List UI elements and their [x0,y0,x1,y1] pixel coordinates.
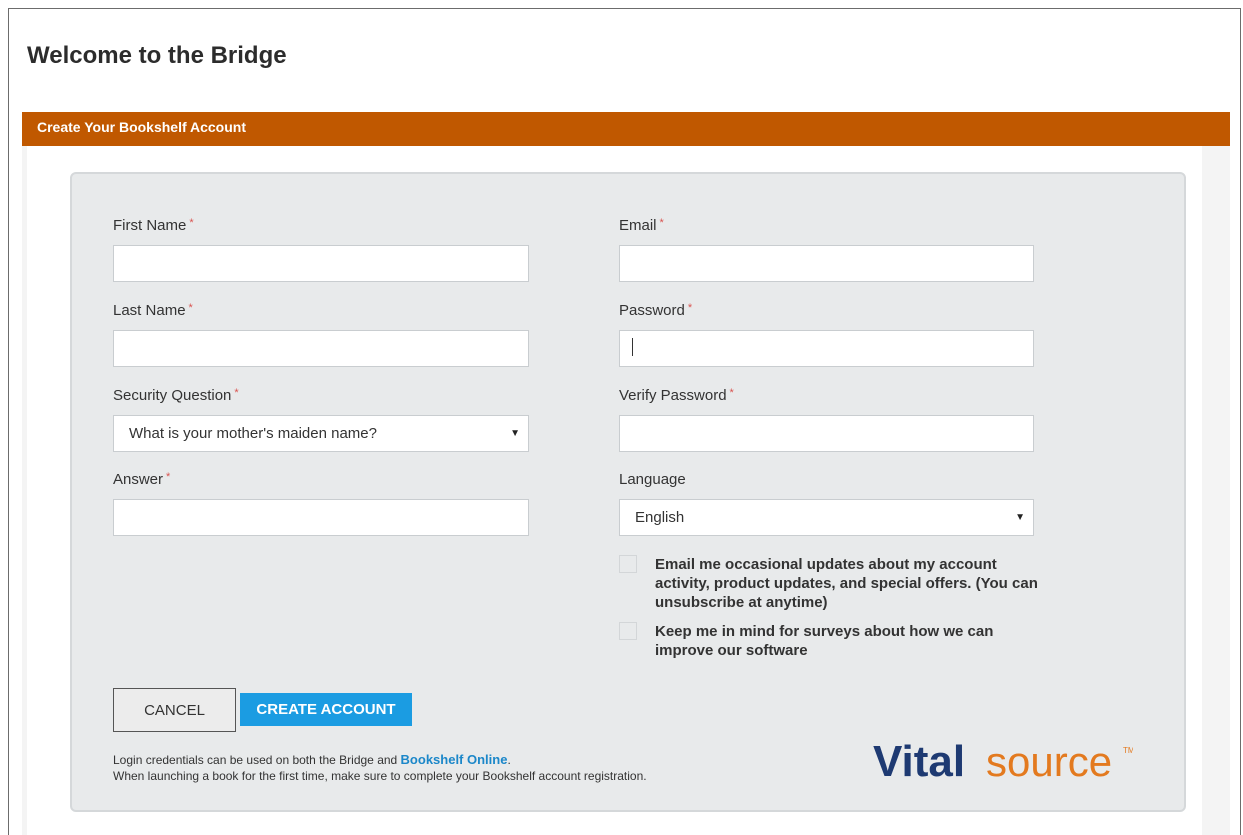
footer-note-registration: When launching a book for the first time… [113,769,647,783]
bookshelf-online-link[interactable]: Bookshelf Online [401,752,508,767]
security-question-select[interactable]: What is your mother's maiden name? ▼ [113,415,529,452]
logo-text-bold: Vital [873,737,965,786]
surveys-checkbox[interactable] [619,622,637,640]
vitalsource-logo: Vital source TM [873,737,1133,786]
language-select[interactable]: English ▼ [619,499,1034,536]
answer-input[interactable] [113,499,529,536]
answer-label: Answer * [113,471,171,488]
password-label: Password * [619,302,693,319]
page-title: Welcome to the Bridge [27,42,287,69]
first-name-label: First Name * [113,217,194,234]
last-name-label: Last Name * [113,302,193,319]
logo-text-light: source [986,738,1112,785]
surveys-checkbox-label[interactable]: Keep me in mind for surveys about how we… [655,622,1040,660]
security-question-label: Security Question * [113,387,239,404]
create-account-button[interactable]: CREATE ACCOUNT [240,693,412,726]
verify-password-input[interactable] [619,415,1034,452]
triangle-down-icon: ▼ [510,428,520,439]
language-value: English [635,509,685,526]
footer-note-credentials: Login credentials can be used on both th… [113,752,511,767]
updates-checkbox-label[interactable]: Email me occasional updates about my acc… [655,555,1040,612]
first-name-input[interactable] [113,245,529,282]
cancel-button[interactable]: CANCEL [113,688,236,732]
language-label: Language [619,471,686,488]
password-input[interactable] [619,330,1034,367]
updates-checkbox[interactable] [619,555,637,573]
logo-trademark: TM [1123,746,1133,755]
verify-password-label: Verify Password * [619,387,734,404]
email-label: Email * [619,217,664,234]
section-header: Create Your Bookshelf Account [22,112,1230,146]
text-cursor [632,338,633,356]
security-question-value: What is your mother's maiden name? [129,425,377,442]
email-input[interactable] [619,245,1034,282]
last-name-input[interactable] [113,330,529,367]
triangle-down-icon: ▼ [1015,512,1025,523]
